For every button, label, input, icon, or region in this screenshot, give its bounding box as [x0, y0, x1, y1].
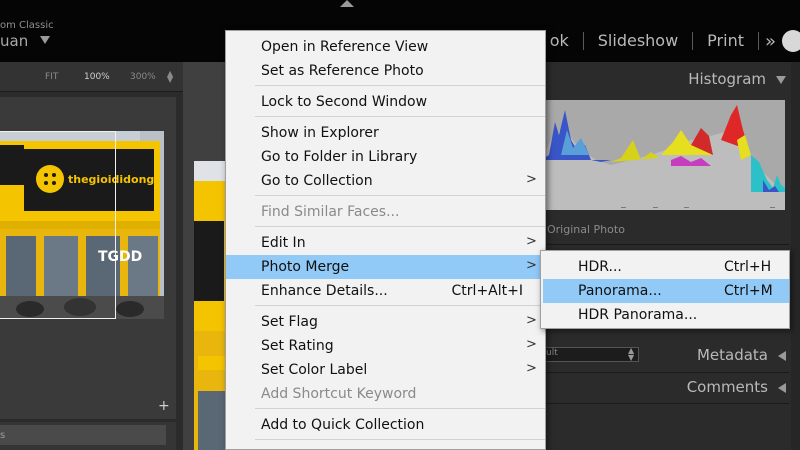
metadata-title: Metadata — [696, 346, 768, 364]
menu-item-label: Go to Folder in Library — [261, 149, 418, 165]
menu-item-set-flag[interactable]: Set Flag > — [226, 310, 545, 334]
histogram-title: Histogram — [688, 70, 766, 88]
metadata-panel-header[interactable]: Metadata — [697, 346, 786, 364]
submenu-item-label: HDR... — [578, 259, 622, 275]
more-modules-icon[interactable]: » — [759, 31, 782, 52]
shortcut-label: Ctrl+H — [724, 259, 772, 275]
menu-item-show-in-explorer[interactable]: Show in Explorer — [226, 121, 545, 145]
menu-item-add-shortcut-keyword: Add Shortcut Keyword — [226, 382, 545, 406]
menu-item-lock-to-second-window[interactable]: Lock to Second Window — [226, 90, 545, 114]
zoom-300[interactable]: 300% — [130, 72, 156, 82]
submenu-arrow-icon: > — [526, 234, 537, 249]
collapse-icon — [776, 75, 786, 84]
panel-divider — [541, 403, 789, 404]
menu-item-label: Set Rating — [261, 338, 334, 354]
shortcut-label: Ctrl+M — [724, 283, 773, 299]
menu-item-find-similar-faces: Find Similar Faces... — [226, 200, 545, 224]
navigator-viewport-frame[interactable] — [0, 131, 116, 319]
module-slideshow[interactable]: Slideshow — [584, 30, 692, 52]
menu-item-label: Photo Merge — [261, 259, 350, 275]
expand-icon — [778, 382, 786, 393]
menu-item-set-color-label[interactable]: Set Color Label > — [226, 358, 545, 382]
menu-item-label: Set Color Label — [261, 362, 368, 378]
menu-item-enhance-details[interactable]: Enhance Details... Ctrl+Alt+I — [226, 279, 545, 303]
submenu-arrow-icon: > — [526, 313, 537, 328]
menu-item-go-to-folder-in-library[interactable]: Go to Folder in Library — [226, 145, 545, 169]
hide-top-panel-icon[interactable] — [340, 0, 354, 7]
submenu-item-label: HDR Panorama... — [578, 307, 698, 323]
zoom-stepper-icon[interactable]: ▲ ▼ — [167, 70, 173, 84]
submenu-arrow-icon: > — [526, 361, 537, 376]
menu-item-label: Lock to Second Window — [261, 94, 428, 110]
menu-item-edit-in[interactable]: Edit In > — [226, 231, 545, 255]
catalog-dropdown-icon[interactable] — [40, 36, 50, 44]
comments-title: Comments — [686, 378, 768, 396]
submenu-item-label: Panorama... — [578, 283, 662, 299]
menu-item-label: Add to Quick Collection — [261, 417, 425, 433]
original-photo-label: Original Photo — [547, 223, 625, 236]
menu-separator — [255, 85, 545, 86]
menu-separator — [255, 408, 545, 409]
menu-separator — [255, 439, 545, 440]
menu-separator — [255, 195, 545, 196]
comments-panel-header[interactable]: Comments — [687, 378, 786, 396]
menu-item-label: Enhance Details... — [261, 283, 388, 299]
menu-item-set-rating[interactable]: Set Rating > — [226, 334, 545, 358]
submenu-arrow-icon: > — [526, 337, 537, 352]
menu-separator — [255, 226, 545, 227]
module-picker: ok Slideshow Print » — [536, 30, 800, 52]
histogram-graph — [541, 100, 785, 210]
submenu-item-hdr-panorama[interactable]: HDR Panorama... — [543, 303, 789, 327]
zoom-100[interactable]: 100% — [84, 72, 110, 82]
menu-item-label: Edit In — [261, 235, 306, 251]
panel-divider — [541, 244, 789, 245]
catalog-name[interactable]: uan — [0, 32, 28, 50]
module-print[interactable]: Print — [693, 30, 758, 52]
select-stepper-icon[interactable]: ▲ ▼ — [628, 347, 634, 362]
menu-item-label: Go to Collection — [261, 173, 373, 189]
brand-subtitle: om Classic — [0, 20, 54, 31]
histogram-ticks — [541, 198, 785, 210]
histogram-tick-marks — [621, 207, 775, 208]
menu-item-label: Set as Reference Photo — [261, 63, 424, 79]
shortcut-label: Ctrl+Alt+I — [451, 283, 523, 299]
menu-item-add-to-quick-collection[interactable]: Add to Quick Collection — [226, 413, 545, 437]
menu-separator — [255, 116, 545, 117]
zoom-fit[interactable]: FIT — [45, 72, 58, 82]
menu-separator — [255, 305, 545, 306]
expand-icon — [778, 350, 786, 361]
submenu-item-hdr[interactable]: HDR... Ctrl+H — [543, 255, 789, 279]
menu-item-go-to-collection[interactable]: Go to Collection > — [226, 169, 545, 193]
menu-item-label: Open in Reference View — [261, 39, 429, 55]
histogram-panel-header[interactable]: Histogram — [688, 70, 786, 88]
menu-item-label: Find Similar Faces... — [261, 204, 400, 220]
watermark-text: TGDD — [98, 249, 143, 265]
menu-item-label: Show in Explorer — [261, 125, 379, 141]
add-collection-button[interactable]: + — [158, 398, 170, 414]
photo-merge-submenu: HDR... Ctrl+H Panorama... Ctrl+M HDR Panor… — [540, 250, 790, 329]
menu-item-label: Add Shortcut Keyword — [261, 386, 417, 402]
menu-item-open-in-reference-view[interactable]: Open in Reference View — [226, 35, 545, 59]
menu-item-set-as-reference-photo[interactable]: Set as Reference Photo — [226, 59, 545, 83]
submenu-arrow-icon: > — [526, 258, 537, 273]
filter-field[interactable] — [0, 425, 166, 445]
right-panel-scrollbar[interactable] — [791, 62, 800, 450]
menu-item-label: Set Flag — [261, 314, 318, 330]
navigator-header: FIT 100% 300% ▲ ▼ — [0, 62, 183, 92]
cloud-sync-icon[interactable] — [782, 30, 800, 52]
histogram — [541, 100, 785, 210]
filter-field-text: s — [0, 430, 6, 441]
panel-divider — [541, 372, 789, 373]
submenu-arrow-icon: > — [526, 172, 537, 187]
metadata-preset-value: ult — [546, 348, 558, 358]
menu-item-photo-merge[interactable]: Photo Merge > — [226, 255, 545, 279]
submenu-item-panorama[interactable]: Panorama... Ctrl+M — [543, 279, 789, 303]
context-menu: Open in Reference View Set as Reference … — [225, 30, 546, 450]
